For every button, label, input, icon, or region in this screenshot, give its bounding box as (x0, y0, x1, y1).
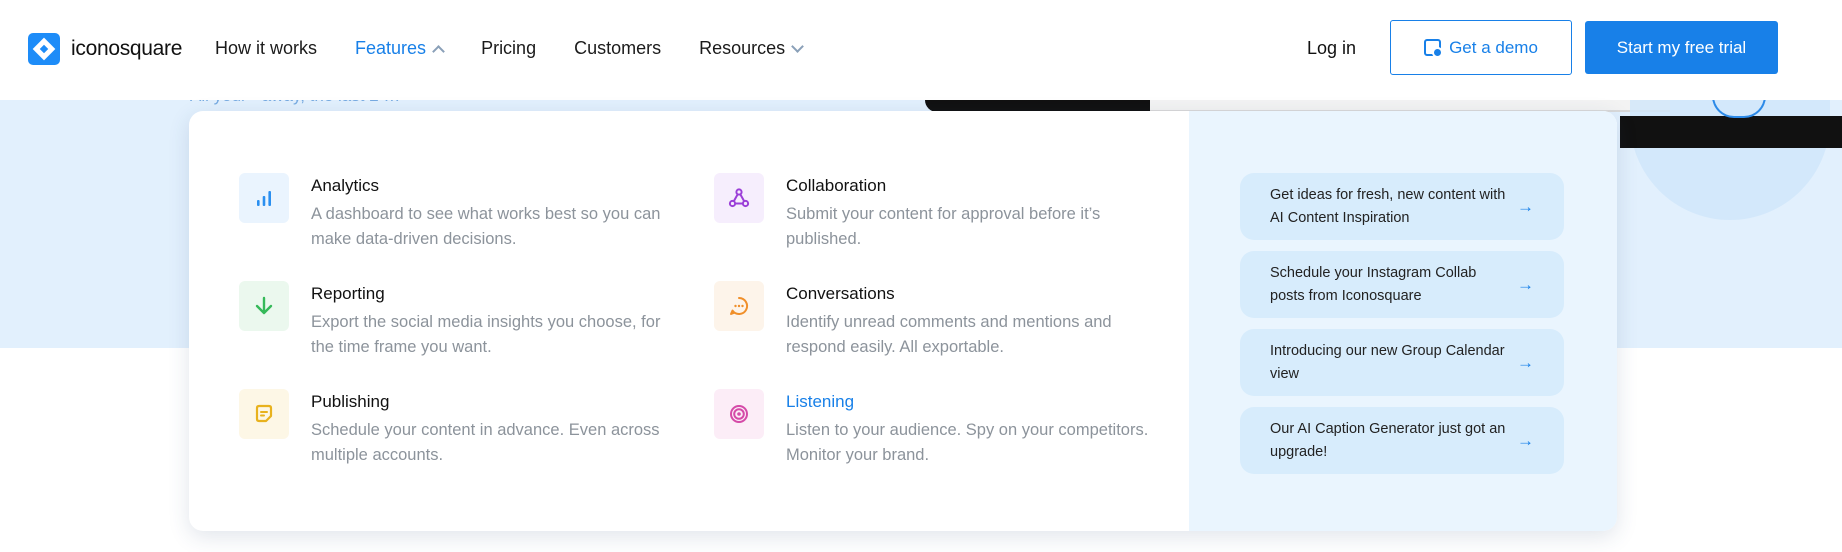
menu-item-desc: Identify unread comments and mentions an… (786, 313, 1112, 356)
features-mega-menu: Analytics A dashboard to see what works … (189, 111, 1617, 531)
menu-item-conversations[interactable]: Conversations Identify unread comments a… (714, 281, 1154, 360)
radar-icon (714, 389, 764, 439)
logo-icon (28, 33, 60, 65)
news-text: Our AI Caption Generator just got an upg… (1270, 420, 1506, 460)
top-navbar: iconosquare How it works Features Pricin… (0, 0, 1842, 100)
menu-item-title: Publishing (311, 392, 390, 411)
menu-item-title: Collaboration (786, 176, 887, 195)
nav-customers[interactable]: Customers (574, 38, 661, 59)
nodes-icon (714, 173, 764, 223)
menu-item-listening[interactable]: Listening Listen to your audience. Spy o… (714, 389, 1154, 468)
nav-features[interactable]: Features (355, 38, 445, 59)
news-card[interactable]: Introducing our new Group Calendar view … (1240, 329, 1564, 396)
news-card[interactable]: Schedule your Instagram Collab posts fro… (1240, 251, 1564, 318)
logo-link[interactable]: iconosquare (28, 33, 182, 65)
menu-item-analytics[interactable]: Analytics A dashboard to see what works … (239, 173, 679, 252)
nav-label: Resources (699, 38, 786, 58)
hero-screen-image (1150, 98, 1670, 112)
download-arrow-icon (239, 281, 289, 331)
login-link[interactable]: Log in (1307, 38, 1356, 59)
get-demo-label: Get a demo (1449, 37, 1538, 57)
news-text: Schedule your Instagram Collab posts fro… (1270, 264, 1477, 304)
nav-label: Customers (574, 38, 662, 58)
menu-item-title: Analytics (311, 176, 380, 195)
arrow-right-icon: → (1517, 274, 1534, 294)
free-trial-button[interactable]: Start my free trial (1585, 21, 1778, 74)
menu-item-desc: Schedule your content in advance. Even a… (311, 421, 660, 464)
news-text: Get ideas for fresh, new content with AI… (1270, 186, 1506, 226)
news-card[interactable]: Get ideas for fresh, new content with AI… (1240, 173, 1564, 240)
menu-item-desc: Listen to your audience. Spy on your com… (786, 421, 1149, 464)
arrow-right-icon: → (1517, 352, 1534, 372)
menu-item-desc: A dashboard to see what works best so yo… (311, 205, 661, 248)
menu-item-publishing[interactable]: Publishing Schedule your content in adva… (239, 389, 679, 468)
news-text: Introducing our new Group Calendar view (1270, 342, 1505, 382)
menu-item-desc: Submit your content for approval before … (786, 205, 1101, 248)
nav-how-it-works[interactable]: How it works (215, 38, 317, 59)
arrow-right-icon: → (1517, 196, 1534, 216)
chevron-down-icon (791, 40, 805, 53)
nav-label: Pricing (481, 38, 537, 58)
chat-bubble-icon (714, 281, 764, 331)
get-demo-button[interactable]: Get a demo (1390, 20, 1572, 75)
logo-text: iconosquare (71, 37, 183, 60)
demo-calendar-icon (1424, 39, 1444, 58)
menu-item-collaboration[interactable]: Collaboration Submit your content for ap… (714, 173, 1154, 252)
menu-item-desc: Export the social media insights you cho… (311, 313, 661, 356)
nav-pricing[interactable]: Pricing (481, 38, 536, 59)
nav-label: Features (355, 38, 427, 58)
arrow-right-icon: → (1517, 430, 1534, 450)
bar-chart-icon (239, 173, 289, 223)
nav-resources[interactable]: Resources (699, 38, 805, 59)
nav-label: How it works (215, 38, 318, 58)
hero-device-bar (1620, 116, 1842, 148)
menu-item-title: Conversations (786, 284, 895, 303)
chevron-up-icon (432, 44, 445, 58)
menu-item-title: Listening (786, 392, 855, 411)
main-nav: How it works Features Pricing Customers … (215, 38, 840, 59)
news-card[interactable]: Our AI Caption Generator just got an upg… (1240, 407, 1564, 474)
menu-item-reporting[interactable]: Reporting Export the social media insigh… (239, 281, 679, 360)
calendar-note-icon (239, 389, 289, 439)
menu-item-title: Reporting (311, 284, 385, 303)
